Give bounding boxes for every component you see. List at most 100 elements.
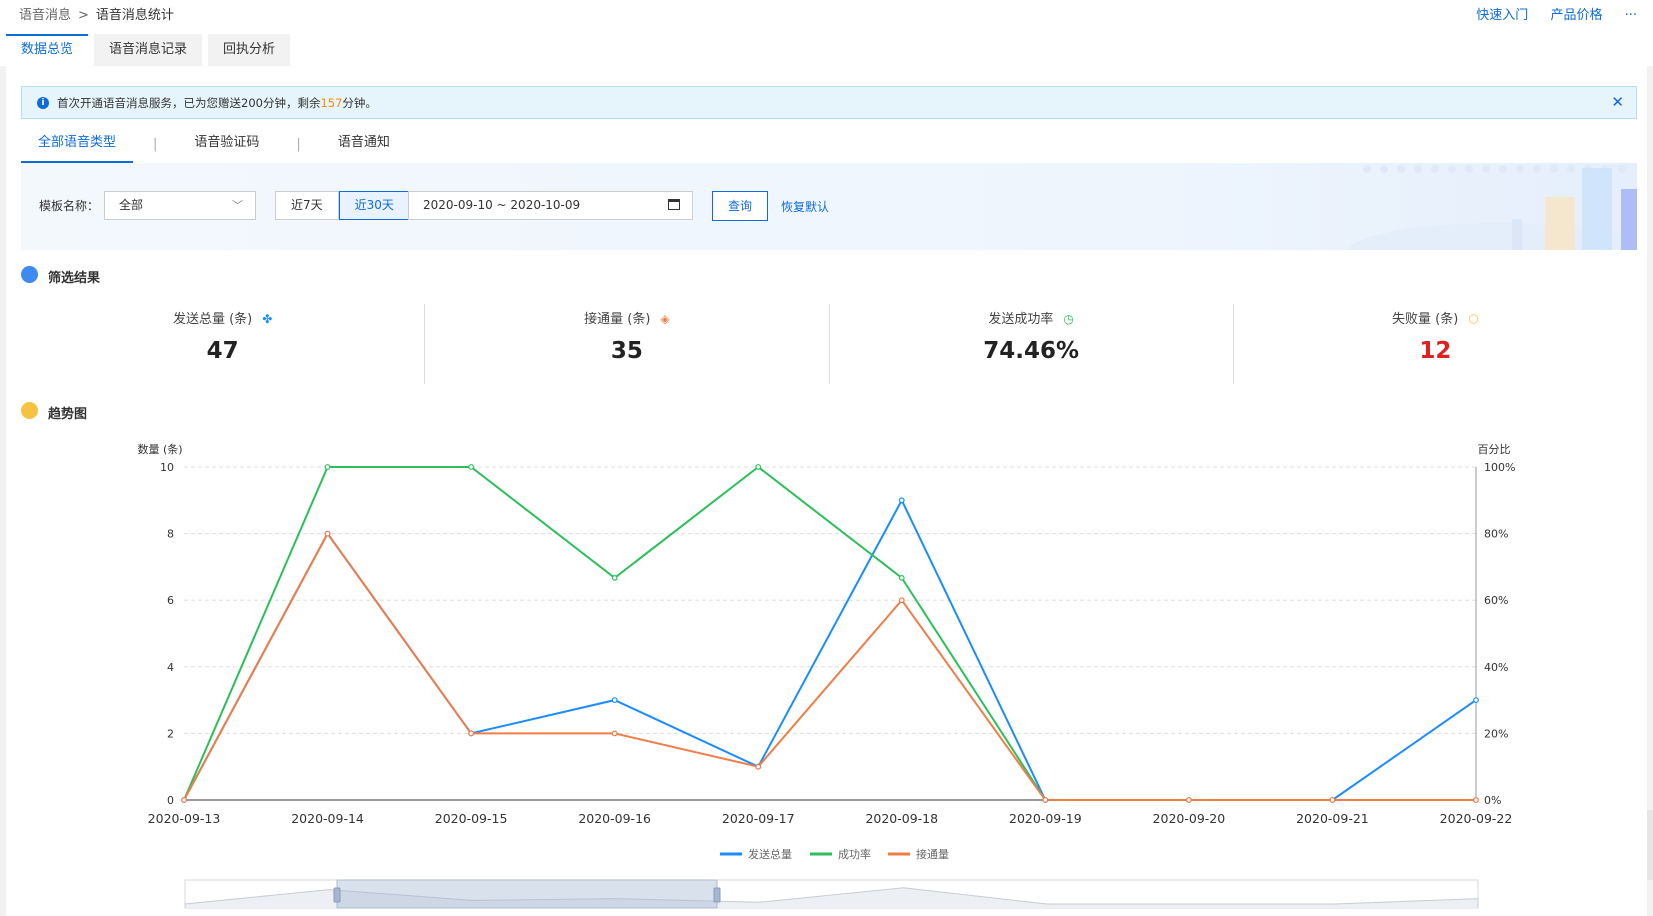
y-axis-label-left: 数量 (条) — [137, 442, 182, 456]
breadcrumb-separator: > — [78, 8, 89, 23]
tab-all-voice-types[interactable]: 全部语音类型 — [21, 130, 134, 163]
y-tick-label-right: 40% — [1484, 661, 1508, 674]
stats-row: 发送总量 (条) ✤ 47 接通量 (条) ◈ 35 发送成功率 ◷ 74.46% 失… — [21, 304, 1637, 384]
stat-value: 35 — [610, 338, 643, 364]
data-point — [1329, 797, 1336, 803]
x-tick-label: 2020-09-19 — [1009, 811, 1082, 826]
data-point — [1042, 797, 1049, 803]
tab-receipt-analysis[interactable]: 回执分析 — [208, 34, 291, 66]
x-tick-label: 2020-09-16 — [578, 811, 651, 826]
y-tick-label-right: 0% — [1484, 794, 1501, 807]
notice-text-after: 分钟。 — [342, 96, 377, 110]
data-point — [181, 797, 187, 803]
y-tick-label-left: 0 — [167, 794, 174, 807]
breadcrumb: 语音消息 > 语音消息统计 — [19, 4, 174, 23]
close-icon[interactable]: ✕ — [1611, 93, 1624, 111]
template-label: 模板名称： — [39, 199, 100, 213]
data-point — [1185, 797, 1192, 803]
stat-label: 发送成功率 — [988, 312, 1054, 327]
info-icon: i — [37, 97, 49, 109]
query-button[interactable]: 查询 — [712, 191, 768, 221]
data-point — [755, 763, 762, 770]
data-point — [1473, 697, 1479, 704]
y-tick-label-right: 100% — [1484, 461, 1515, 474]
data-point — [898, 497, 905, 504]
page-gutter-right — [1647, 66, 1653, 916]
zoom-handle[interactable] — [713, 887, 721, 903]
tab-voice-notice[interactable]: 语音通知 — [321, 130, 407, 163]
tab-overview[interactable]: 数据总览 — [6, 34, 89, 66]
notice-remaining: 157 — [320, 96, 343, 110]
range-7-days-button[interactable]: 近7天 — [275, 191, 339, 220]
main-tabs: 数据总览 语音消息记录 回执分析 — [6, 34, 296, 66]
x-tick-label: 2020-09-21 — [1296, 811, 1369, 826]
trend-icon — [21, 402, 38, 419]
data-point — [611, 574, 618, 581]
data-point — [611, 697, 618, 704]
stat-value: 12 — [1419, 338, 1452, 364]
template-select-value: 全部 — [119, 198, 144, 212]
quickstart-link[interactable]: 快速入门 — [1476, 8, 1528, 23]
legend-label: 发送总量 — [748, 847, 792, 861]
data-point — [611, 730, 618, 737]
more-icon[interactable]: ··· — [1625, 8, 1637, 23]
zoom-handle[interactable] — [333, 887, 341, 903]
stat-failed: 失败量 (条) ⬡ 12 — [1232, 304, 1637, 384]
stat-label: 失败量 (条) — [1391, 312, 1459, 327]
data-point — [468, 730, 475, 737]
reset-default-link[interactable]: 恢复默认 — [781, 198, 829, 215]
stat-connected: 接通量 (条) ◈ 35 — [424, 304, 828, 384]
tab-divider: | — [296, 137, 301, 152]
data-point — [468, 464, 475, 470]
page-scrollbar[interactable] — [1647, 810, 1653, 880]
filter-bar: 模板名称： 全部 ﹀ 近7天 近30天 2020-09-10 ~ 2020-10… — [21, 163, 1637, 250]
x-tick-label: 2020-09-17 — [722, 811, 795, 826]
zoom-window[interactable] — [336, 879, 718, 909]
stat-label: 接通量 (条) — [584, 312, 651, 327]
y-tick-label-right: 20% — [1484, 727, 1508, 740]
decorative-bars-illustration — [1347, 165, 1637, 250]
stat-value: 74.46% — [983, 338, 1080, 364]
x-tick-label: 2020-09-13 — [148, 811, 221, 826]
breadcrumb-current: 语音消息统计 — [95, 8, 174, 23]
stat-success-rate: 发送成功率 ◷ 74.46% — [828, 304, 1233, 384]
x-tick-label: 2020-09-18 — [865, 811, 938, 826]
tab-records[interactable]: 语音消息记录 — [94, 34, 203, 66]
pricing-link[interactable]: 产品价格 — [1550, 8, 1602, 23]
date-range-picker[interactable]: 2020-09-10 ~ 2020-10-09 — [408, 191, 693, 220]
notice-banner: i 首次开通语音消息服务，已为您赠送200分钟，剩余157分钟。 ✕ — [21, 86, 1637, 119]
calendar-icon — [668, 199, 680, 210]
notice-text-before: 首次开通语音消息服务，已为您赠送200分钟，剩余 — [57, 96, 321, 110]
data-point — [1473, 797, 1479, 803]
x-tick-label: 2020-09-22 — [1440, 811, 1513, 826]
y-tick-label-right: 80% — [1484, 528, 1508, 541]
trend-chart: 数量 (条) 百分比 02468100%20%40%60%80%100%2020… — [137, 442, 1515, 909]
share-icon: ✤ — [262, 312, 273, 326]
breadcrumb-parent[interactable]: 语音消息 — [19, 8, 71, 23]
y-tick-label-left: 10 — [160, 461, 174, 474]
tab-voice-code[interactable]: 语音验证码 — [177, 130, 276, 163]
chevron-down-icon: ﹀ — [232, 199, 243, 212]
data-point — [324, 464, 331, 470]
y-axis-label-right: 百分比 — [1478, 443, 1511, 456]
y-tick-label-left: 2 — [167, 727, 174, 740]
stat-label: 发送总量 (条) — [172, 312, 253, 327]
legend-label: 接通量 — [916, 848, 949, 861]
data-point — [324, 530, 331, 537]
top-bar: 语音消息 > 语音消息统计 快速入门 产品价格 ··· — [0, 0, 1653, 28]
y-tick-label-right: 60% — [1484, 594, 1508, 607]
y-tick-label-left: 6 — [167, 594, 174, 607]
y-tick-label-left: 4 — [167, 661, 174, 674]
x-tick-label: 2020-09-14 — [291, 811, 364, 826]
y-tick-label-left: 8 — [167, 528, 174, 541]
data-point — [898, 597, 905, 604]
clock-icon: ◷ — [1063, 312, 1074, 326]
range-30-days-button[interactable]: 近30天 — [338, 191, 410, 220]
series-line — [183, 498, 1477, 801]
box-icon: ⬡ — [1468, 312, 1479, 326]
template-select[interactable]: 全部 ﹀ — [104, 191, 256, 220]
range-buttons: 近7天 近30天 — [275, 191, 410, 220]
voice-type-tabs: 全部语音类型 | 语音验证码 | 语音通知 — [21, 130, 407, 163]
date-range-value: 2020-09-10 ~ 2020-10-09 — [423, 198, 581, 212]
legend-label: 成功率 — [838, 847, 871, 861]
